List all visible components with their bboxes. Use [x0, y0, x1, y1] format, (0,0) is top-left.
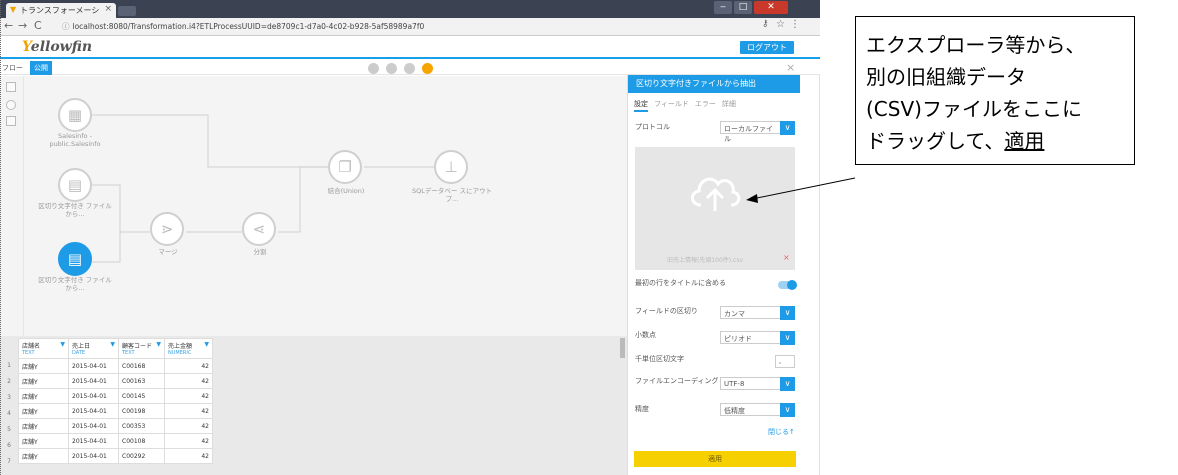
callout-arrow [746, 177, 856, 203]
